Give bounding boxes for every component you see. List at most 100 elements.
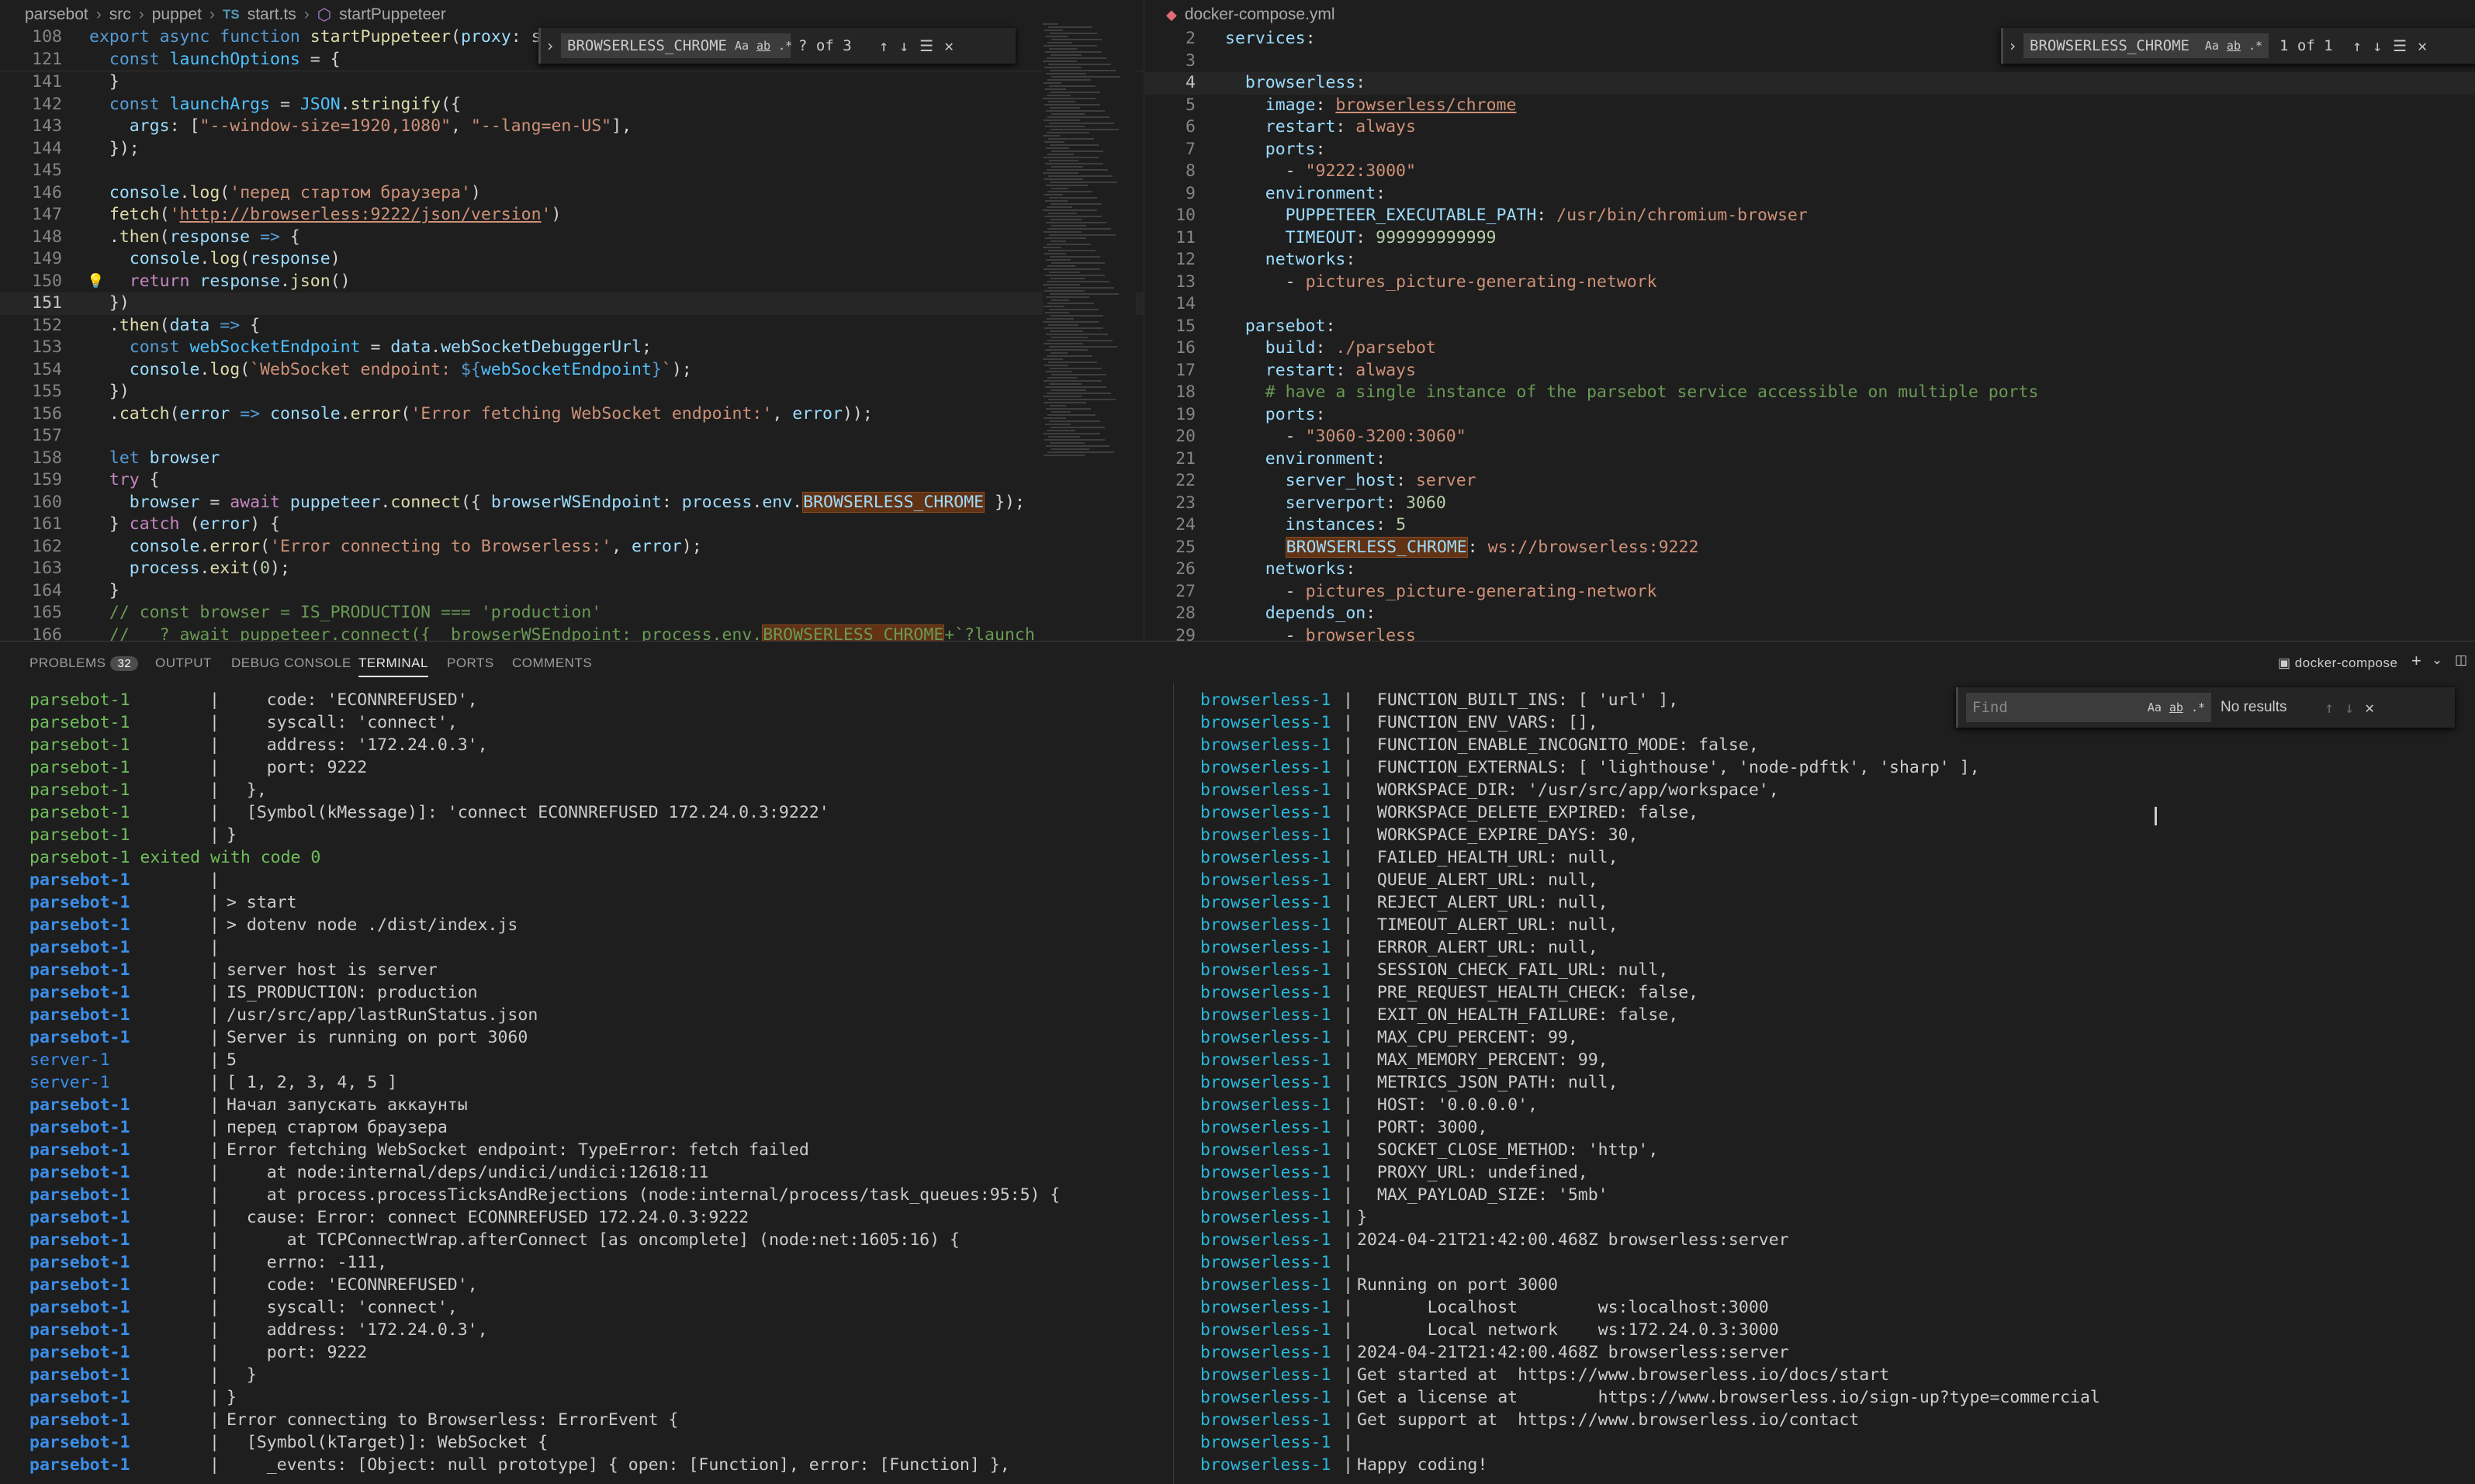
code-line[interactable]: 158 let browser — [0, 448, 1144, 470]
match-word-icon[interactable]: ab — [2169, 700, 2183, 714]
match-word-icon[interactable]: ab — [756, 39, 770, 53]
code-line[interactable]: 165 // const browser = IS_PRODUCTION ===… — [0, 602, 1144, 624]
breadcrumb-item[interactable]: startPuppeteer — [339, 5, 446, 24]
code-line[interactable]: 27 - pictures_picture-generating-network — [1144, 581, 2475, 604]
code-line[interactable]: 166 // ? await puppeteer.connect({ brows… — [0, 624, 1144, 641]
tab-output[interactable]: OUTPUT — [155, 656, 212, 671]
add-terminal-icon[interactable]: + — [2411, 651, 2421, 671]
code-line[interactable]: 155 }) — [0, 381, 1144, 403]
terminal-find-input[interactable]: Find Aa ab .* — [1966, 693, 2211, 722]
code-line[interactable]: 6 restart: always — [1144, 116, 2475, 139]
code-line[interactable]: 143 args: ["--window-size=1920,1080", "-… — [0, 116, 1144, 138]
breadcrumb-item[interactable]: puppet — [152, 5, 202, 24]
code-line[interactable]: 145 — [0, 160, 1144, 182]
code-line[interactable]: 29 - browserless — [1144, 625, 2475, 642]
close-icon[interactable]: ✕ — [2418, 36, 2427, 55]
code-line[interactable]: 10 PUPPETEER_EXECUTABLE_PATH: /usr/bin/c… — [1144, 205, 2475, 227]
code-line[interactable]: 11 TIMEOUT: 999999999999 — [1144, 227, 2475, 250]
code-line[interactable]: 142 const launchArgs = JSON.stringify({ — [0, 94, 1144, 116]
tab-problems[interactable]: PROBLEMS 32 — [29, 656, 139, 671]
breadcrumb-item[interactable]: parsebot — [25, 5, 88, 24]
code-line[interactable]: 144 }); — [0, 138, 1144, 161]
code-line[interactable]: 20 - "3060-3200:3060" — [1144, 426, 2475, 448]
code-line[interactable]: 25 BROWSERLESS_CHROME: ws://browserless:… — [1144, 536, 2475, 559]
code-line[interactable]: 151 }) — [0, 292, 1144, 315]
code-line[interactable]: 18 # have a single instance of the parse… — [1144, 382, 2475, 404]
terminal-selector[interactable]: ▣ docker-compose — [2278, 656, 2397, 671]
code-line[interactable]: 21 environment: — [1144, 448, 2475, 471]
code-line[interactable]: 148 .then(response => { — [0, 227, 1144, 249]
arrow-down-icon[interactable]: ↓ — [2373, 36, 2382, 55]
match-case-icon[interactable]: Aa — [735, 39, 749, 53]
right-editor-pane[interactable]: ◆ docker-compose.yml 2 services: 3 4 browse… — [1144, 0, 2475, 641]
regex-icon[interactable]: .* — [778, 39, 792, 53]
chevron-down-icon[interactable]: ⌄ — [2432, 652, 2443, 668]
code-line[interactable]: 12 networks: — [1144, 249, 2475, 272]
code-line[interactable]: 163 process.exit(0); — [0, 558, 1144, 580]
code-line[interactable]: 159 try { — [0, 469, 1144, 492]
code-area[interactable]: 2 services: 3 4 browserless: 5 image: browse… — [1144, 28, 2475, 641]
find-in-selection-icon[interactable]: ☰ — [2393, 36, 2407, 55]
close-icon[interactable]: ✕ — [2365, 698, 2374, 717]
code-area[interactable]: 108 export async function startPuppeteer(… — [0, 26, 1144, 641]
code-line[interactable]: 14 — [1144, 293, 2475, 316]
code-line[interactable]: 4 browserless: — [1144, 72, 2475, 95]
regex-icon[interactable]: .* — [2191, 700, 2205, 714]
terminal-left[interactable]: parsebot-1 | code: 'ECONNREFUSED', parsebo… — [0, 683, 1172, 1484]
breadcrumb-item[interactable]: start.ts — [248, 5, 296, 24]
code-line[interactable]: 141 } — [0, 71, 1144, 94]
code-line[interactable]: 19 ports: — [1144, 404, 2475, 427]
chevron-right-icon[interactable]: › — [2008, 36, 2017, 55]
code-line[interactable]: 152 .then(data => { — [0, 315, 1144, 337]
tab-ports[interactable]: PORTS — [447, 656, 494, 671]
code-line[interactable]: 147 fetch('http://browserless:9222/json/… — [0, 204, 1144, 227]
left-editor-pane[interactable]: parsebot › src › puppet › TS start.ts › ⬡ st… — [0, 0, 1144, 641]
code-line[interactable]: 24 instances: 5 — [1144, 514, 2475, 537]
code-line[interactable]: 22 server_host: server — [1144, 470, 2475, 493]
lightbulb-icon[interactable]: 💡 — [87, 271, 104, 293]
code-line[interactable]: 153 const webSocketEndpoint = data.webSo… — [0, 337, 1144, 359]
find-in-selection-icon[interactable]: ☰ — [919, 36, 933, 55]
match-case-icon[interactable]: Aa — [2148, 700, 2162, 714]
minimap[interactable] — [1043, 23, 1136, 489]
close-icon[interactable]: ✕ — [944, 36, 954, 55]
breadcrumb-item[interactable]: src — [109, 5, 131, 24]
terminal-right[interactable]: browserless-1 | FUNCTION_BUILT_INS: [ 'ur… — [1173, 683, 2475, 1484]
tab-debug-console[interactable]: DEBUG CONSOLE — [231, 656, 351, 671]
code-line[interactable]: 28 depends_on: — [1144, 603, 2475, 625]
tab-comments[interactable]: COMMENTS — [512, 656, 592, 671]
code-line[interactable]: 8 - "9222:3000" — [1144, 161, 2475, 183]
code-line[interactable]: 9 environment: — [1144, 183, 2475, 206]
code-line[interactable]: 154 console.log(`WebSocket endpoint: ${w… — [0, 359, 1144, 382]
code-line[interactable]: 7 ports: — [1144, 139, 2475, 161]
arrow-up-icon[interactable]: ↑ — [2352, 36, 2362, 55]
code-line[interactable]: 17 restart: always — [1144, 360, 2475, 382]
match-word-icon[interactable]: ab — [2227, 39, 2241, 53]
code-line[interactable]: 149 console.log(response) — [0, 248, 1144, 271]
code-line[interactable]: 15 parsebot: — [1144, 316, 2475, 338]
arrow-down-icon[interactable]: ↓ — [899, 36, 909, 55]
code-line[interactable]: 23 serverport: 3060 — [1144, 493, 2475, 515]
code-line[interactable]: 16 build: ./parsebot — [1144, 337, 2475, 360]
code-line[interactable]: 150 return response.json() 💡 — [0, 271, 1144, 293]
code-line[interactable]: 5 image: browserless/chrome — [1144, 95, 2475, 117]
tab-terminal[interactable]: TERMINAL — [358, 656, 428, 677]
breadcrumb-item[interactable]: docker-compose.yml — [1185, 5, 1335, 24]
code-line[interactable]: 13 - pictures_picture-generating-network — [1144, 272, 2475, 294]
code-line[interactable]: 156 .catch(error => console.error('Error… — [0, 403, 1144, 426]
code-line[interactable]: 157 — [0, 425, 1144, 448]
find-input[interactable]: BROWSERLESS_CHROME Aa ab .* — [2023, 33, 2269, 58]
arrow-up-icon[interactable]: ↑ — [2324, 698, 2334, 717]
arrow-down-icon[interactable]: ↓ — [2345, 698, 2354, 717]
code-line[interactable]: 162 console.error('Error connecting to B… — [0, 536, 1144, 559]
code-line[interactable]: 146 console.log('перед стартом браузера'… — [0, 182, 1144, 205]
chevron-right-icon[interactable]: › — [545, 36, 555, 55]
split-panel-icon[interactable]: ◫ — [2455, 652, 2468, 668]
code-line[interactable]: 26 networks: — [1144, 559, 2475, 581]
code-line[interactable]: 164 } — [0, 580, 1144, 603]
find-input[interactable]: BROWSERLESS_CHROME Aa ab .* — [561, 33, 792, 58]
code-line[interactable]: 161 } catch (error) { — [0, 514, 1144, 536]
code-line[interactable]: 160 browser = await puppeteer.connect({ … — [0, 491, 1144, 514]
match-case-icon[interactable]: Aa — [2205, 39, 2219, 53]
arrow-up-icon[interactable]: ↑ — [879, 36, 888, 55]
